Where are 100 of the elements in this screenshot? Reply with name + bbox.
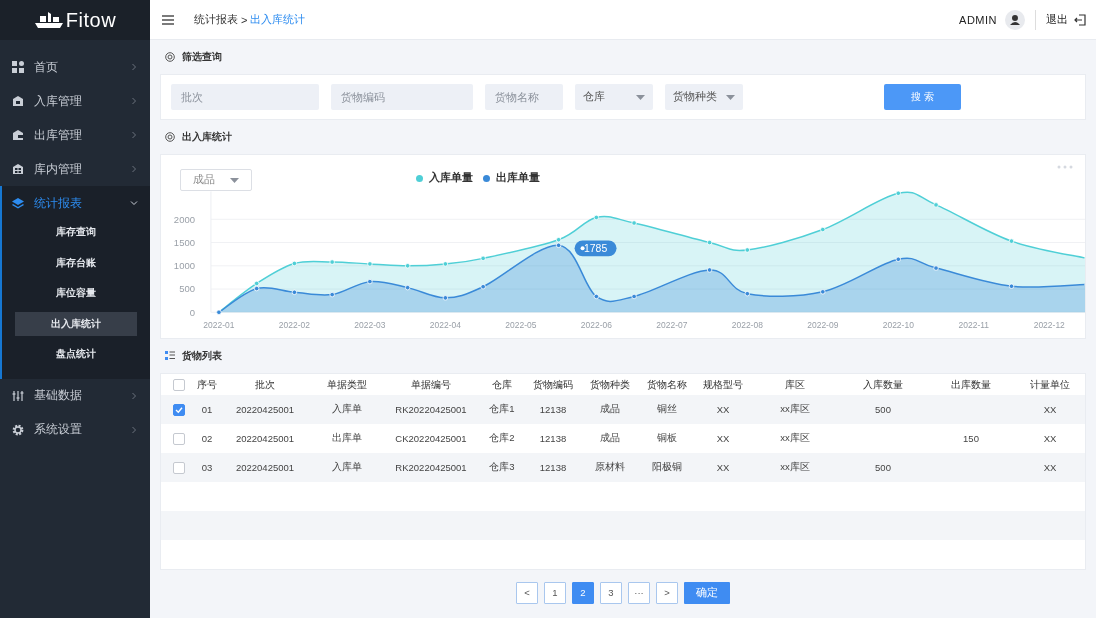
data-point bbox=[1008, 238, 1015, 244]
sidebar-item[interactable]: 入库管理 bbox=[0, 84, 150, 118]
section-title: 筛选查询 bbox=[182, 50, 222, 64]
submenu-item[interactable]: 库存台账 bbox=[15, 250, 137, 275]
table-cell: CK20220425001 bbox=[395, 433, 467, 444]
table-cell: 150 bbox=[963, 433, 979, 444]
data-point bbox=[329, 291, 335, 298]
x-tick-label: 2022-09 bbox=[807, 320, 839, 331]
x-tick-label: 2022-04 bbox=[429, 320, 461, 331]
x-tick-label: 2022-11 bbox=[958, 320, 989, 331]
logout-link[interactable]: 退出 bbox=[1046, 12, 1068, 27]
page-button[interactable]: 3 bbox=[600, 581, 622, 604]
select-field[interactable]: 仓库 bbox=[575, 84, 653, 110]
table-cell: 20220425001 bbox=[235, 404, 295, 415]
input-field[interactable]: 批次 bbox=[171, 84, 319, 110]
data-point bbox=[1008, 283, 1015, 289]
section-title: 货物列表 bbox=[182, 349, 222, 363]
checkbox[interactable] bbox=[173, 461, 185, 474]
submenu-item[interactable]: 盘点统计 bbox=[15, 342, 137, 366]
section-title: 出入库统计 bbox=[182, 130, 232, 144]
sidebar-item[interactable]: 系统设置 bbox=[0, 412, 150, 447]
checkbox[interactable] bbox=[173, 432, 185, 445]
submenu-item[interactable]: 库存查询 bbox=[15, 220, 137, 244]
next-page-button[interactable]: > bbox=[656, 581, 678, 604]
table-cell: 成品 bbox=[600, 403, 620, 416]
sidebar-item[interactable]: 库内管理 bbox=[0, 152, 150, 186]
sidebar-item[interactable]: 基础数据 bbox=[0, 378, 150, 413]
table-cell: 02 bbox=[201, 433, 213, 444]
value-tooltip: 1785 bbox=[574, 240, 617, 257]
more-pages-button[interactable]: ··· bbox=[628, 581, 650, 604]
data-point bbox=[367, 278, 373, 285]
x-tick-label: 2022-12 bbox=[1033, 320, 1065, 331]
column-header: 单据类型 bbox=[327, 377, 367, 392]
column-header: 货物种类 bbox=[590, 377, 630, 392]
data-point bbox=[291, 289, 298, 295]
chevron-right-icon bbox=[130, 391, 138, 400]
table-cell: 03 bbox=[201, 462, 213, 473]
table-cell: 成品 bbox=[600, 432, 620, 445]
table-cell: 阳极铜 bbox=[652, 461, 682, 474]
page-button[interactable]: 1 bbox=[544, 581, 566, 604]
sidebar-item[interactable]: 出库管理 bbox=[0, 118, 150, 152]
chevron-right-icon bbox=[130, 97, 138, 105]
select-field[interactable]: 货物种类 bbox=[665, 84, 743, 110]
table-cell: 20220425001 bbox=[235, 462, 295, 473]
data-point bbox=[593, 293, 600, 300]
table-cell: 500 bbox=[875, 462, 891, 473]
legend-item[interactable]: 出库单量 bbox=[483, 171, 540, 185]
table-cell: XX bbox=[1043, 462, 1057, 473]
x-tick-label: 2022-03 bbox=[354, 320, 386, 331]
logout-icon[interactable] bbox=[1074, 13, 1086, 26]
submenu-item[interactable]: 出入库统计 bbox=[15, 311, 137, 336]
grid-icon bbox=[12, 61, 24, 73]
breadcrumb-link[interactable]: 统计报表 bbox=[194, 12, 238, 27]
caret-icon bbox=[636, 94, 645, 100]
input-field[interactable]: 货物编码 bbox=[331, 84, 473, 110]
data-point bbox=[706, 239, 713, 246]
data-point bbox=[895, 190, 901, 196]
column-header: 货物名称 bbox=[647, 377, 687, 392]
data-point bbox=[593, 214, 600, 221]
data-point bbox=[480, 284, 486, 290]
data-point bbox=[291, 260, 298, 267]
table-cell: 500 bbox=[875, 404, 891, 415]
layers-icon bbox=[12, 197, 24, 209]
table-cell: RK20220425001 bbox=[395, 462, 467, 473]
x-tick-label: 2022-05 bbox=[505, 320, 537, 331]
table-cell: 01 bbox=[201, 404, 213, 415]
category-dropdown[interactable]: 成品 bbox=[180, 169, 252, 191]
column-header: 货物编码 bbox=[533, 377, 573, 392]
target-icon bbox=[165, 52, 175, 62]
menu-icon[interactable] bbox=[162, 14, 174, 25]
caret-icon bbox=[726, 94, 735, 100]
previous-page-button[interactable]: < bbox=[516, 581, 538, 604]
x-tick-label: 2022-01 bbox=[203, 320, 235, 331]
submenu-item[interactable]: 库位容量 bbox=[15, 281, 137, 305]
data-point bbox=[744, 291, 750, 297]
sidebar-item[interactable]: 首页 bbox=[0, 50, 150, 84]
data-point bbox=[329, 259, 335, 265]
logo-text: Fitow bbox=[65, 8, 117, 32]
sliders-icon bbox=[12, 389, 24, 402]
breadcrumb-current: 出入库统计 bbox=[250, 12, 306, 27]
y-tick-label: 1000 bbox=[173, 260, 195, 272]
checkbox[interactable] bbox=[173, 378, 185, 391]
table-cell: 入库单 bbox=[332, 461, 362, 474]
column-header: 计量单位 bbox=[1030, 377, 1070, 392]
chevron-right-icon bbox=[130, 63, 138, 71]
target-icon bbox=[165, 132, 175, 142]
data-point bbox=[933, 265, 939, 271]
data-point bbox=[480, 255, 486, 262]
y-tick-label: 2000 bbox=[173, 213, 195, 225]
checkbox[interactable] bbox=[173, 403, 185, 416]
table-cell: XX bbox=[716, 462, 730, 473]
avatar-icon[interactable] bbox=[1005, 9, 1025, 30]
sidebar-item[interactable]: 统计报表 bbox=[2, 186, 150, 220]
input-field[interactable]: 货物名称 bbox=[485, 84, 563, 110]
data-point bbox=[706, 267, 713, 273]
x-tick-label: 2022-08 bbox=[731, 320, 763, 331]
box-icon bbox=[12, 129, 24, 141]
table-cell: 铜板 bbox=[657, 432, 677, 445]
y-tick-label: 500 bbox=[179, 283, 195, 295]
legend-item[interactable]: 入库单量 bbox=[416, 171, 473, 185]
